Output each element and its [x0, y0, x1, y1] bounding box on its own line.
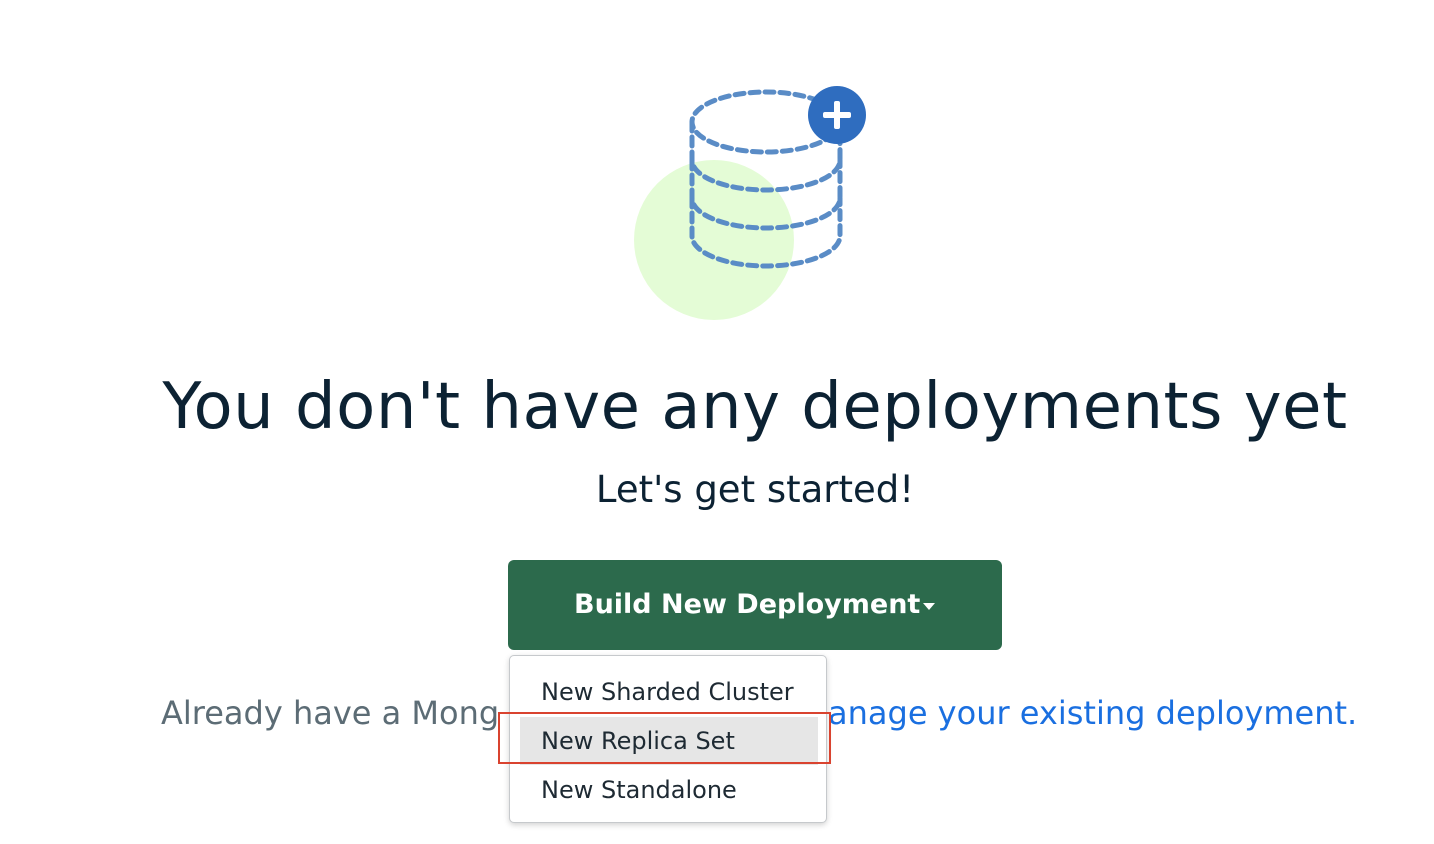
menu-item-new-standalone[interactable]: New Standalone: [520, 766, 818, 814]
existing-prefix-text: Already have a Mong: [161, 694, 500, 732]
deployment-type-menu: New Sharded Cluster New Replica Set New …: [509, 655, 827, 823]
green-circle-shape: [634, 160, 794, 320]
deployments-empty-page: You don't have any deployments yet Let's…: [0, 0, 1434, 844]
page-subtitle: Let's get started!: [595, 468, 915, 511]
manage-existing-deployment-link[interactable]: anage your existing deployment.: [828, 694, 1357, 732]
menu-item-new-replica-set[interactable]: New Replica Set: [520, 717, 818, 765]
plus-icon: [808, 86, 866, 144]
page-title: You don't have any deployments yet: [162, 370, 1348, 444]
build-new-deployment-button[interactable]: Build New Deployment: [508, 560, 1002, 650]
caret-down-icon[interactable]: [923, 603, 935, 610]
menu-item-new-sharded-cluster[interactable]: New Sharded Cluster: [520, 668, 818, 716]
build-button-label: Build New Deployment: [574, 589, 921, 620]
database-stack-add-icon: [634, 86, 866, 320]
